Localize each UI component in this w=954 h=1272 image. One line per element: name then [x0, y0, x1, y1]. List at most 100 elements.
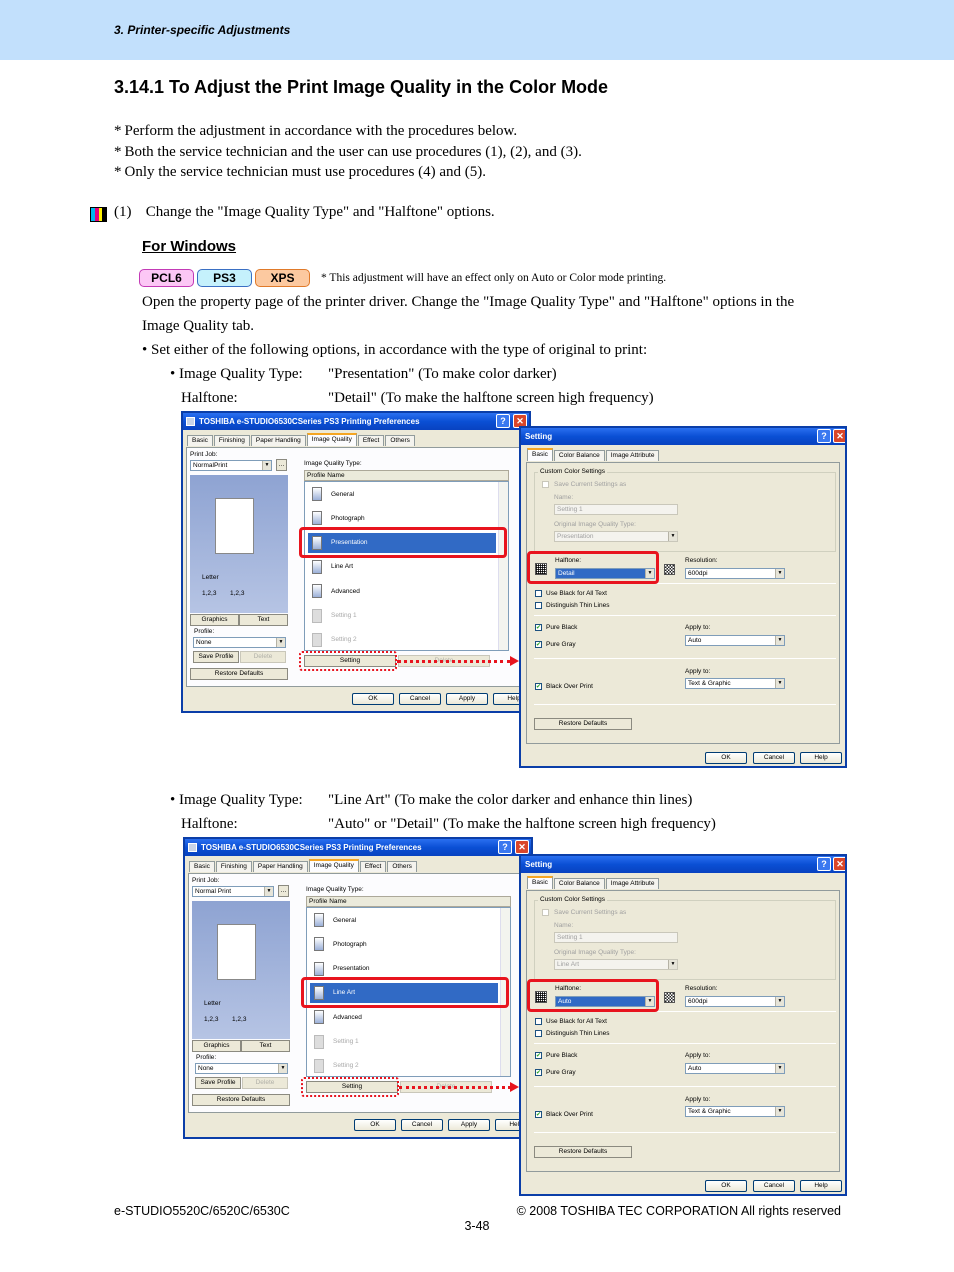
profile-name-header[interactable]: Profile Name	[304, 470, 509, 481]
profile-list-item[interactable]: General	[308, 484, 496, 504]
restore-defaults-button[interactable]: Restore Defaults	[190, 668, 288, 680]
pure-black-checkbox[interactable]: ✔	[535, 624, 542, 631]
tab-color-balance[interactable]: Color Balance	[553, 878, 605, 889]
tab-effect[interactable]: Effect	[359, 861, 387, 872]
tab-basic[interactable]: Basic	[527, 876, 553, 889]
tab-basic[interactable]: Basic	[189, 861, 215, 872]
tab-finishing[interactable]: Finishing	[215, 861, 252, 872]
text-tab[interactable]: Text	[239, 614, 288, 626]
badge-pcl6: PCL6	[139, 269, 194, 287]
profile-select[interactable]: None ▼	[195, 1063, 288, 1074]
tab-image-quality[interactable]: Image Quality	[306, 433, 357, 446]
print-job-more-button[interactable]: …	[276, 459, 287, 471]
profile-list-item[interactable]: Presentation	[310, 959, 498, 979]
print-job-more-button[interactable]: …	[278, 885, 289, 897]
pure-black-checkbox[interactable]: ✔	[535, 1052, 542, 1059]
resolution-select[interactable]: 600dpi ▼	[685, 568, 785, 579]
apply-to-select[interactable]: Auto ▼	[685, 1063, 785, 1074]
help-icon[interactable]: ?	[496, 414, 510, 428]
apply-to-2-select[interactable]: Text & Graphic ▼	[685, 1106, 785, 1117]
save-profile-button[interactable]: Save Profile	[195, 1077, 241, 1089]
close-icon[interactable]: ✕	[515, 840, 529, 854]
distinguish-thin-lines-checkbox[interactable]	[535, 1030, 542, 1037]
profile-icon	[314, 913, 324, 927]
save-profile-button[interactable]: Save Profile	[193, 651, 239, 663]
cancel-button[interactable]: Cancel	[753, 1180, 795, 1192]
name-field[interactable]: Setting 1	[554, 504, 678, 515]
black-over-print-checkbox[interactable]: ✔	[535, 1111, 542, 1118]
tab-paper-handling[interactable]: Paper Handling	[250, 435, 306, 446]
apply-to-select[interactable]: Auto ▼	[685, 635, 785, 646]
help-button[interactable]: Help	[800, 1180, 842, 1192]
help-button[interactable]: Help	[800, 752, 842, 764]
use-black-checkbox[interactable]	[535, 590, 542, 597]
apply-button[interactable]: Apply	[446, 693, 488, 705]
profile-list-item[interactable]: Setting 2	[310, 1056, 498, 1076]
apply-to-2-select[interactable]: Text & Graphic ▼	[685, 678, 785, 689]
ok-button[interactable]: OK	[705, 1180, 747, 1192]
help-icon[interactable]: ?	[817, 857, 831, 871]
graphics-tab[interactable]: Graphics	[190, 614, 239, 626]
profile-list-item[interactable]: Setting 1	[308, 606, 496, 626]
print-job-select[interactable]: NormalPrint ▼	[190, 460, 272, 471]
black-over-print-checkbox[interactable]: ✔	[535, 683, 542, 690]
use-black-checkbox[interactable]	[535, 1018, 542, 1025]
driver-badges: PCL6 PS3 XPS * This adjustment will have…	[139, 269, 666, 287]
cancel-button[interactable]: Cancel	[753, 752, 795, 764]
profile-list-item[interactable]: Advanced	[308, 581, 496, 601]
save-current-checkbox[interactable]	[542, 909, 549, 916]
cancel-button[interactable]: Cancel	[401, 1119, 443, 1131]
delete-profile-button[interactable]: Delete	[242, 1077, 288, 1089]
profile-select[interactable]: None ▼	[193, 637, 286, 648]
close-icon[interactable]: ✕	[833, 429, 845, 443]
tab-image-attribute[interactable]: Image Attribute	[605, 450, 660, 461]
tab-others[interactable]: Others	[387, 861, 417, 872]
tab-paper-handling[interactable]: Paper Handling	[252, 861, 308, 872]
tab-others[interactable]: Others	[385, 435, 415, 446]
title-bar: TOSHIBA e-STUDIO6530CSeries PS3 Printing…	[183, 413, 529, 430]
profile-list-item[interactable]: Advanced	[310, 1007, 498, 1027]
cancel-button[interactable]: Cancel	[399, 693, 441, 705]
graphics-tab[interactable]: Graphics	[192, 1040, 241, 1052]
close-icon[interactable]: ✕	[833, 857, 845, 871]
profile-list-item[interactable]: Setting 2	[308, 630, 496, 650]
tab-image-attribute[interactable]: Image Attribute	[605, 878, 660, 889]
tab-image-quality[interactable]: Image Quality	[308, 859, 359, 872]
chevron-down-icon: ▼	[775, 997, 784, 1006]
tab-effect[interactable]: Effect	[357, 435, 385, 446]
list-scrollbar[interactable]	[498, 482, 508, 650]
ok-button[interactable]: OK	[705, 752, 747, 764]
help-icon[interactable]: ?	[817, 429, 831, 443]
resolution-select[interactable]: 600dpi ▼	[685, 996, 785, 1007]
tab-basic[interactable]: Basic	[187, 435, 213, 446]
profile-list-item[interactable]: Photograph	[310, 934, 498, 954]
profile-list-item[interactable]: Photograph	[308, 508, 496, 528]
text-tab[interactable]: Text	[241, 1040, 290, 1052]
apply-button[interactable]: Apply	[448, 1119, 490, 1131]
pure-gray-checkbox[interactable]: ✔	[535, 1069, 542, 1076]
original-type-select[interactable]: Line Art ▼	[554, 959, 678, 970]
profile-name-header[interactable]: Profile Name	[306, 896, 511, 907]
delete-profile-button[interactable]: Delete	[240, 651, 286, 663]
name-field[interactable]: Setting 1	[554, 932, 678, 943]
restore-defaults-button[interactable]: Restore Defaults	[534, 1146, 632, 1158]
ok-button[interactable]: OK	[352, 693, 394, 705]
save-current-checkbox[interactable]	[542, 481, 549, 488]
image-quality-type-label: Image Quality Type:	[306, 886, 364, 893]
print-job-select[interactable]: Normal Print ▼	[192, 886, 274, 897]
profile-list-item[interactable]: Setting 1	[310, 1032, 498, 1052]
help-icon[interactable]: ?	[498, 840, 512, 854]
tab-basic[interactable]: Basic	[527, 448, 553, 461]
page-thumbnail	[217, 924, 256, 980]
restore-defaults-button[interactable]: Restore Defaults	[534, 718, 632, 730]
profile-list-item[interactable]: Line Art	[308, 557, 496, 577]
highlight-halftone	[527, 979, 659, 1012]
profile-list-item[interactable]: General	[310, 910, 498, 930]
tab-finishing[interactable]: Finishing	[213, 435, 250, 446]
pure-gray-checkbox[interactable]: ✔	[535, 641, 542, 648]
original-type-select[interactable]: Presentation ▼	[554, 531, 678, 542]
distinguish-thin-lines-checkbox[interactable]	[535, 602, 542, 609]
ok-button[interactable]: OK	[354, 1119, 396, 1131]
restore-defaults-button[interactable]: Restore Defaults	[192, 1094, 290, 1106]
tab-color-balance[interactable]: Color Balance	[553, 450, 605, 461]
